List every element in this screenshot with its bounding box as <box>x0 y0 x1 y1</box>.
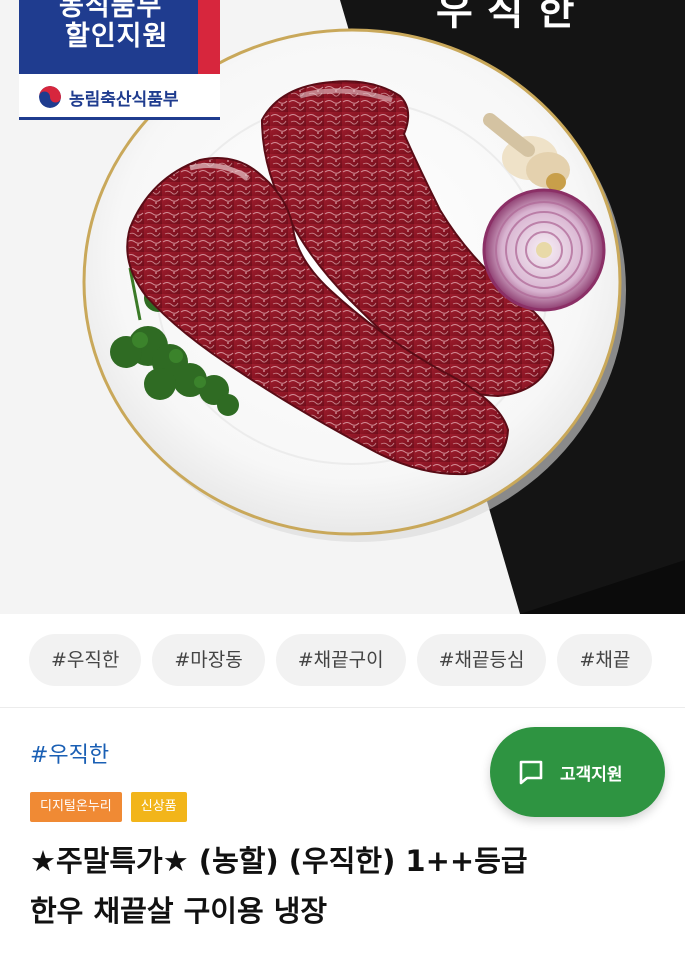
hashtag-chip[interactable]: #채끝구이 <box>275 634 406 686</box>
hashtag-strip: #우직한 #마장동 #채끝구이 #채끝등심 #채끝 <box>0 614 685 708</box>
hashtag-list: #우직한 #마장동 #채끝구이 #채끝등심 #채끝 <box>29 634 653 686</box>
badge-text-line2: 할인지원 <box>65 21 169 52</box>
hashtag-chip[interactable]: #채끝 <box>557 634 653 686</box>
product-title-line1: ★주말특가★ (농할) (우직한) 1++등급 <box>30 844 528 878</box>
product-title-line2: 한우 채끝살 구이용 냉장 <box>30 894 328 928</box>
hashtag-chip[interactable]: #우직한 <box>29 634 142 686</box>
new-product-badge: 신상품 <box>130 792 187 822</box>
digital-onnuri-badge: 디지털온누리 <box>30 792 122 822</box>
taegeuk-logo-icon <box>39 86 61 108</box>
ministry-banner: 농림축산식품부 <box>19 74 220 120</box>
chat-bubble-icon <box>519 760 543 785</box>
ministry-name: 농림축산식품부 <box>69 90 179 110</box>
brand-logo: 우직한 <box>436 0 589 34</box>
badge-banner: 농식품부 할인지원 <box>19 0 220 74</box>
customer-support-label: 고객지원 <box>560 764 623 785</box>
badge-red-stripe <box>198 0 220 74</box>
customer-support-button[interactable]: 고객지원 <box>490 727 665 817</box>
hashtag-chip[interactable]: #마장동 <box>152 634 265 686</box>
hashtag-chip[interactable]: #채끝등심 <box>416 634 547 686</box>
product-badges: 디지털온누리 신상품 <box>30 792 187 822</box>
product-title: ★주말특가★ (농할) (우직한) 1++등급 한우 채끝살 구이용 냉장 <box>30 836 650 936</box>
product-image[interactable]: 농식품부 할인지원 농림축산식품부 우직한 <box>0 0 685 614</box>
shop-tag-link[interactable]: #우직한 <box>30 737 109 769</box>
discount-support-badge: 농식품부 할인지원 농림축산식품부 <box>19 0 220 120</box>
